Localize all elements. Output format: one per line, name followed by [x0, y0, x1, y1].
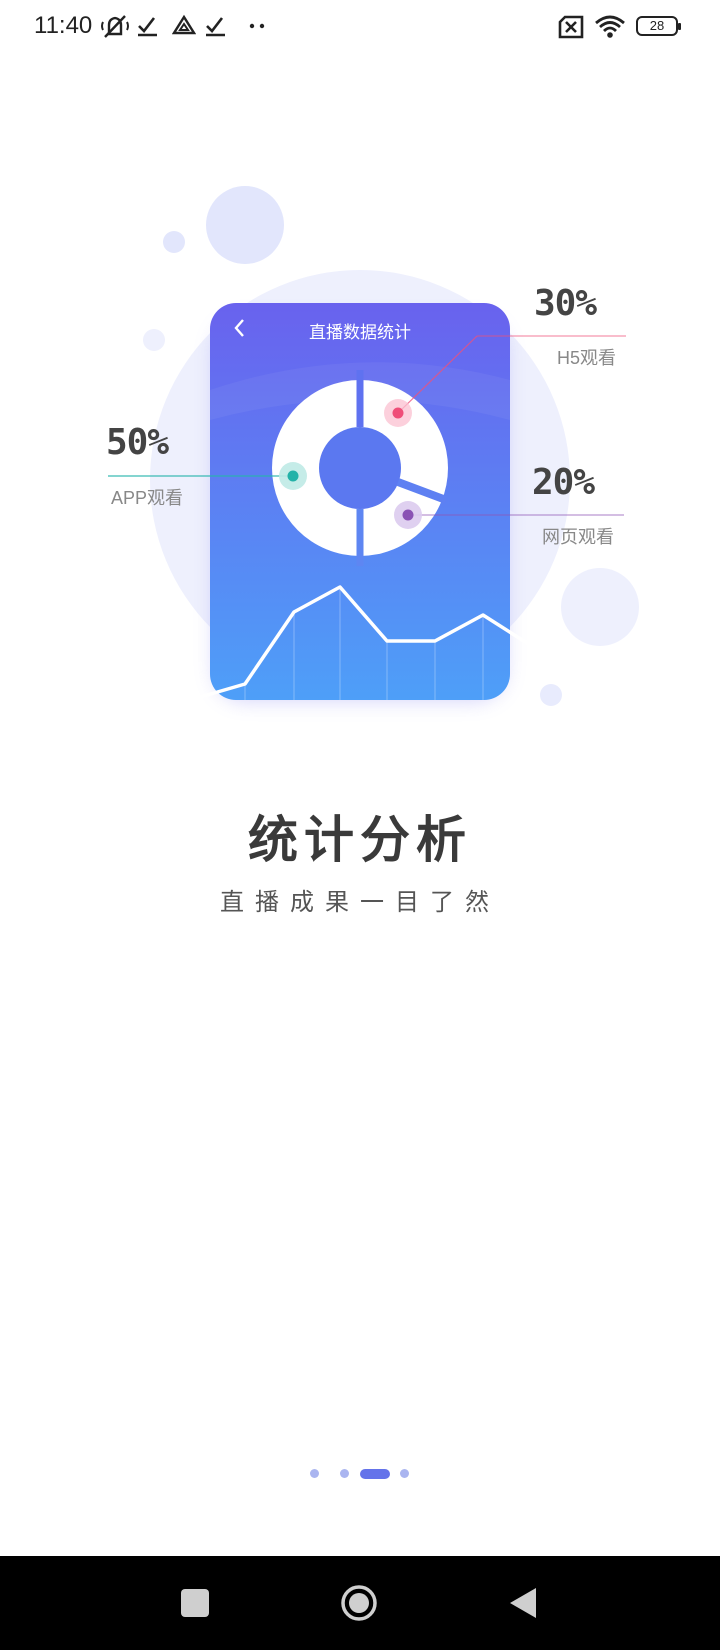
- recent-apps-icon[interactable]: [181, 1589, 209, 1617]
- home-icon[interactable]: [340, 1584, 378, 1622]
- page-dot[interactable]: [310, 1469, 319, 1478]
- intro-subtitle: 直播成果一目了然: [220, 889, 500, 916]
- bg-bubble: [163, 231, 185, 253]
- bg-bubble: [143, 329, 165, 351]
- page-indicator: [300, 1465, 430, 1479]
- stat-percent-web: 20%: [532, 462, 595, 503]
- stat-label-web: 网页观看: [542, 527, 614, 547]
- intro-title: 统计分析: [248, 810, 472, 869]
- bg-bubble: [206, 186, 284, 264]
- illustration-graphic: [108, 186, 639, 706]
- phone-title: 直播数据统计: [309, 323, 411, 342]
- bg-bubble: [561, 568, 639, 646]
- stat-label-h5: H5观看: [557, 348, 617, 368]
- stat-label-app: APP观看: [111, 488, 184, 508]
- stat-percent-h5: 30%: [534, 283, 597, 324]
- page-dot[interactable]: [400, 1469, 409, 1478]
- stats-illustration: 直播数据统计 30% H5观看 50% APP观看 20% 网页观看: [0, 0, 720, 740]
- page-dot[interactable]: [340, 1469, 349, 1478]
- back-icon[interactable]: [508, 1586, 538, 1620]
- system-nav-bar: [0, 1556, 720, 1650]
- bg-bubble: [540, 684, 562, 706]
- stat-percent-app: 50%: [106, 422, 169, 463]
- page-dot-active[interactable]: [360, 1469, 390, 1479]
